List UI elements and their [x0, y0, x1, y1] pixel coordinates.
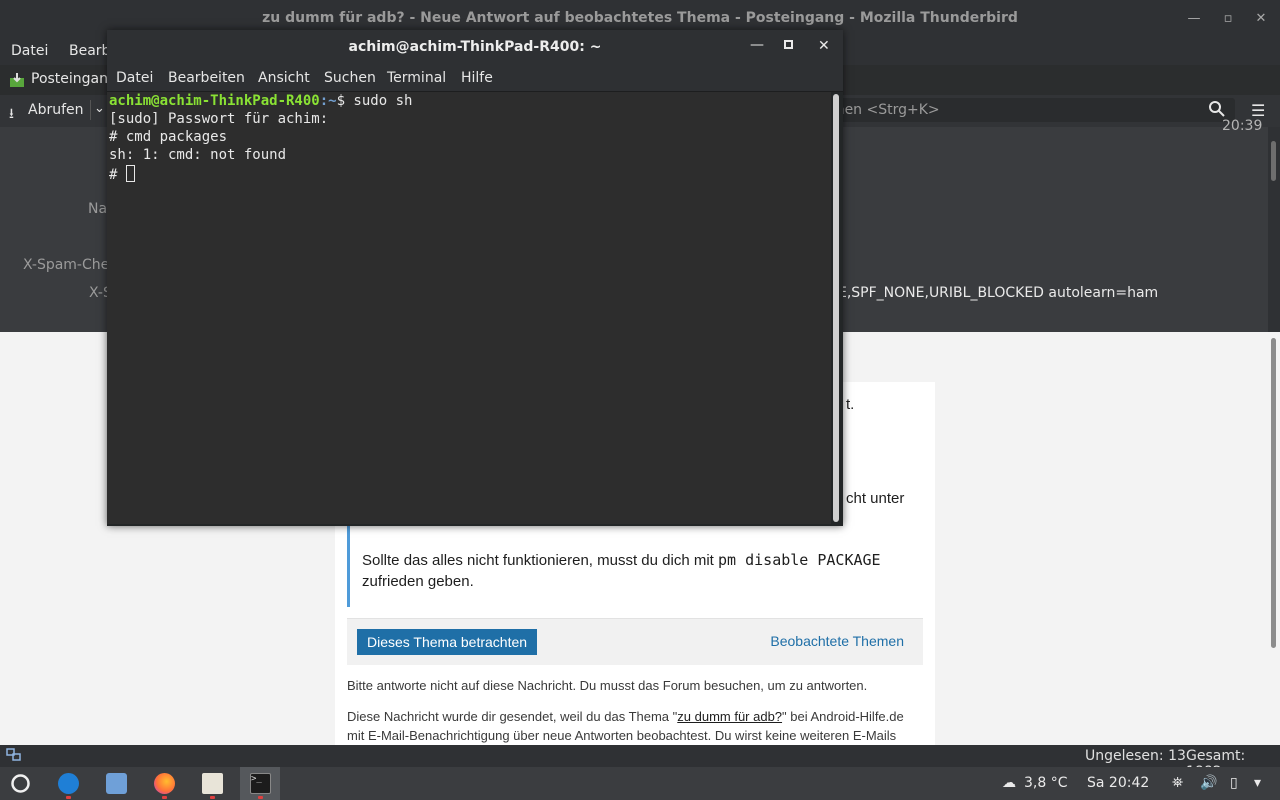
terminal-icon[interactable]: >_	[240, 767, 280, 800]
terminal-line: sh: 1: cmd: not found	[109, 147, 287, 163]
menu-bearbeiten[interactable]: Bearbeiten	[168, 70, 245, 86]
weather-icon: ☁	[1002, 775, 1016, 791]
terminal-line: # cmd packages	[109, 129, 228, 145]
unread-count: Ungelesen: 13	[1085, 748, 1186, 764]
terminal-window[interactable]: achim@achim-ThinkPad-R400: ~ — ✕ Datei B…	[107, 30, 843, 526]
menu-terminal[interactable]: Terminal	[387, 70, 446, 86]
menu-hilfe[interactable]: Hilfe	[461, 70, 493, 86]
running-indicator	[66, 796, 71, 799]
menu-datei[interactable]: Datei	[11, 43, 48, 59]
window-title: zu dumm für adb? - Neue Antwort auf beob…	[262, 10, 1018, 26]
file-manager-icon[interactable]	[96, 767, 136, 800]
cursor	[125, 165, 135, 182]
maximize-icon[interactable]: ▫	[1217, 8, 1239, 30]
body-text: zufrieden geben.	[362, 573, 474, 590]
spam-check-label: X-Spam-Chec	[23, 257, 117, 273]
message-time: 20:39	[1222, 118, 1263, 134]
terminal-screen[interactable]: achim@achim-ThinkPad-R400:~$ sudo sh [su…	[107, 92, 831, 524]
minimize-icon[interactable]: —	[1183, 8, 1205, 30]
terminal-line: achim@achim-ThinkPad-R400:~$ sudo sh	[109, 93, 412, 109]
watched-topics-link[interactable]: Beobachtete Themen	[770, 633, 904, 649]
prompt-path: :~	[319, 93, 337, 109]
terminal-title: achim@achim-ThinkPad-R400: ~	[348, 39, 602, 55]
menu-bearbeiten[interactable]: Bearb	[69, 43, 110, 59]
running-indicator	[210, 796, 215, 799]
footer-text: Diese Nachricht wurde dir gesendet, weil…	[347, 709, 904, 724]
search-input[interactable]: chen <Strg+K>	[820, 98, 1235, 122]
code-snippet: pm disable PACKAGE	[718, 551, 881, 569]
prompt-command: $ sudo sh	[336, 93, 413, 109]
clock[interactable]: Sa 20:42	[1087, 775, 1149, 791]
online-status-icon[interactable]	[6, 748, 22, 766]
spam-status-value: E,SPF_NONE,URIBL_BLOCKED autolearn=ham	[838, 285, 1159, 301]
close-icon[interactable]: ✕	[818, 38, 830, 54]
close-icon[interactable]: ✕	[1250, 8, 1272, 30]
terminal-prompt: #	[109, 167, 126, 183]
terminal-menubar: Datei Bearbeiten Ansicht Suchen Terminal…	[107, 65, 843, 92]
scrollbar-thumb[interactable]	[1271, 338, 1276, 648]
minimize-icon[interactable]: —	[750, 37, 764, 53]
battery-icon[interactable]: ▯	[1230, 775, 1238, 791]
terminal-line: [sudo] Passwort für achim:	[109, 111, 329, 127]
thunderbird-logo	[58, 773, 79, 794]
topic-link[interactable]: zu dumm für adb?	[677, 709, 782, 724]
footer-text-part: Diese Nachricht wurde dir gesendet, weil…	[347, 709, 678, 724]
maximize-icon[interactable]	[784, 40, 793, 49]
scrollbar-thumb[interactable]	[1271, 141, 1276, 181]
chevron-down-icon[interactable]: ⌄	[94, 101, 105, 116]
terminal-scrollbar[interactable]	[833, 94, 839, 522]
file-manager-logo	[106, 773, 127, 794]
body-text: Sollte das alles nicht funktionieren, mu…	[362, 552, 714, 569]
get-mail-button[interactable]: Abrufen	[28, 102, 84, 118]
firefox-logo	[154, 773, 175, 794]
volume-icon[interactable]: 🔊	[1200, 775, 1217, 791]
weather-temp[interactable]: 3,8 °C	[1024, 775, 1068, 791]
terminal-line: #	[109, 165, 135, 183]
firefox-icon[interactable]	[144, 767, 184, 800]
body-scrollbar[interactable]	[1268, 332, 1280, 745]
terminal-logo: >_	[250, 773, 271, 794]
footer-text: Bitte antworte nicht auf diese Nachricht…	[347, 678, 868, 693]
footer-text: mit E-Mail-Benachrichtigung über neue An…	[347, 728, 897, 743]
prompt-user: achim@achim-ThinkPad-R400	[109, 93, 320, 109]
menu-datei[interactable]: Datei	[116, 70, 153, 86]
name-label: Na	[88, 201, 108, 217]
body-paragraph: Sollte das alles nicht funktionieren, mu…	[362, 551, 881, 569]
running-indicator	[162, 796, 167, 799]
thunderbird-icon[interactable]	[48, 767, 88, 800]
action-bar: Dieses Thema betrachten Beobachtete Them…	[347, 618, 923, 665]
footer-text-part: " bei Android-Hilfe.de	[782, 709, 904, 724]
body-fragment: t.	[846, 396, 855, 413]
download-icon: ⭳	[9, 106, 14, 122]
tray-menu-chevron-icon[interactable]: ▾	[1254, 775, 1261, 791]
header-scrollbar[interactable]	[1268, 127, 1280, 332]
text-editor-logo	[202, 773, 223, 794]
tab-posteingang[interactable]: Posteingang	[31, 71, 117, 87]
thunderbird-statusbar: Ungelesen: 13 Gesamt: 1882	[0, 745, 1280, 780]
running-indicator	[258, 796, 263, 799]
text-editor-icon[interactable]	[192, 767, 232, 800]
body-fragment: cht unter	[846, 490, 905, 507]
view-topic-button[interactable]: Dieses Thema betrachten	[357, 629, 538, 655]
menu-ansicht[interactable]: Ansicht	[258, 70, 310, 86]
network-icon[interactable]: ⛯	[1172, 775, 1183, 791]
terminal-titlebar[interactable]: achim@achim-ThinkPad-R400: ~ — ✕	[107, 30, 843, 65]
inbox-icon	[9, 72, 25, 88]
taskbar: >_ ☁ 3,8 °C Sa 20:42 ⛯ 🔊 ▯ ▾	[0, 767, 1280, 800]
menu-suchen[interactable]: Suchen	[324, 70, 376, 86]
menu-icon[interactable]	[0, 767, 40, 800]
toolbar-divider	[90, 100, 91, 120]
